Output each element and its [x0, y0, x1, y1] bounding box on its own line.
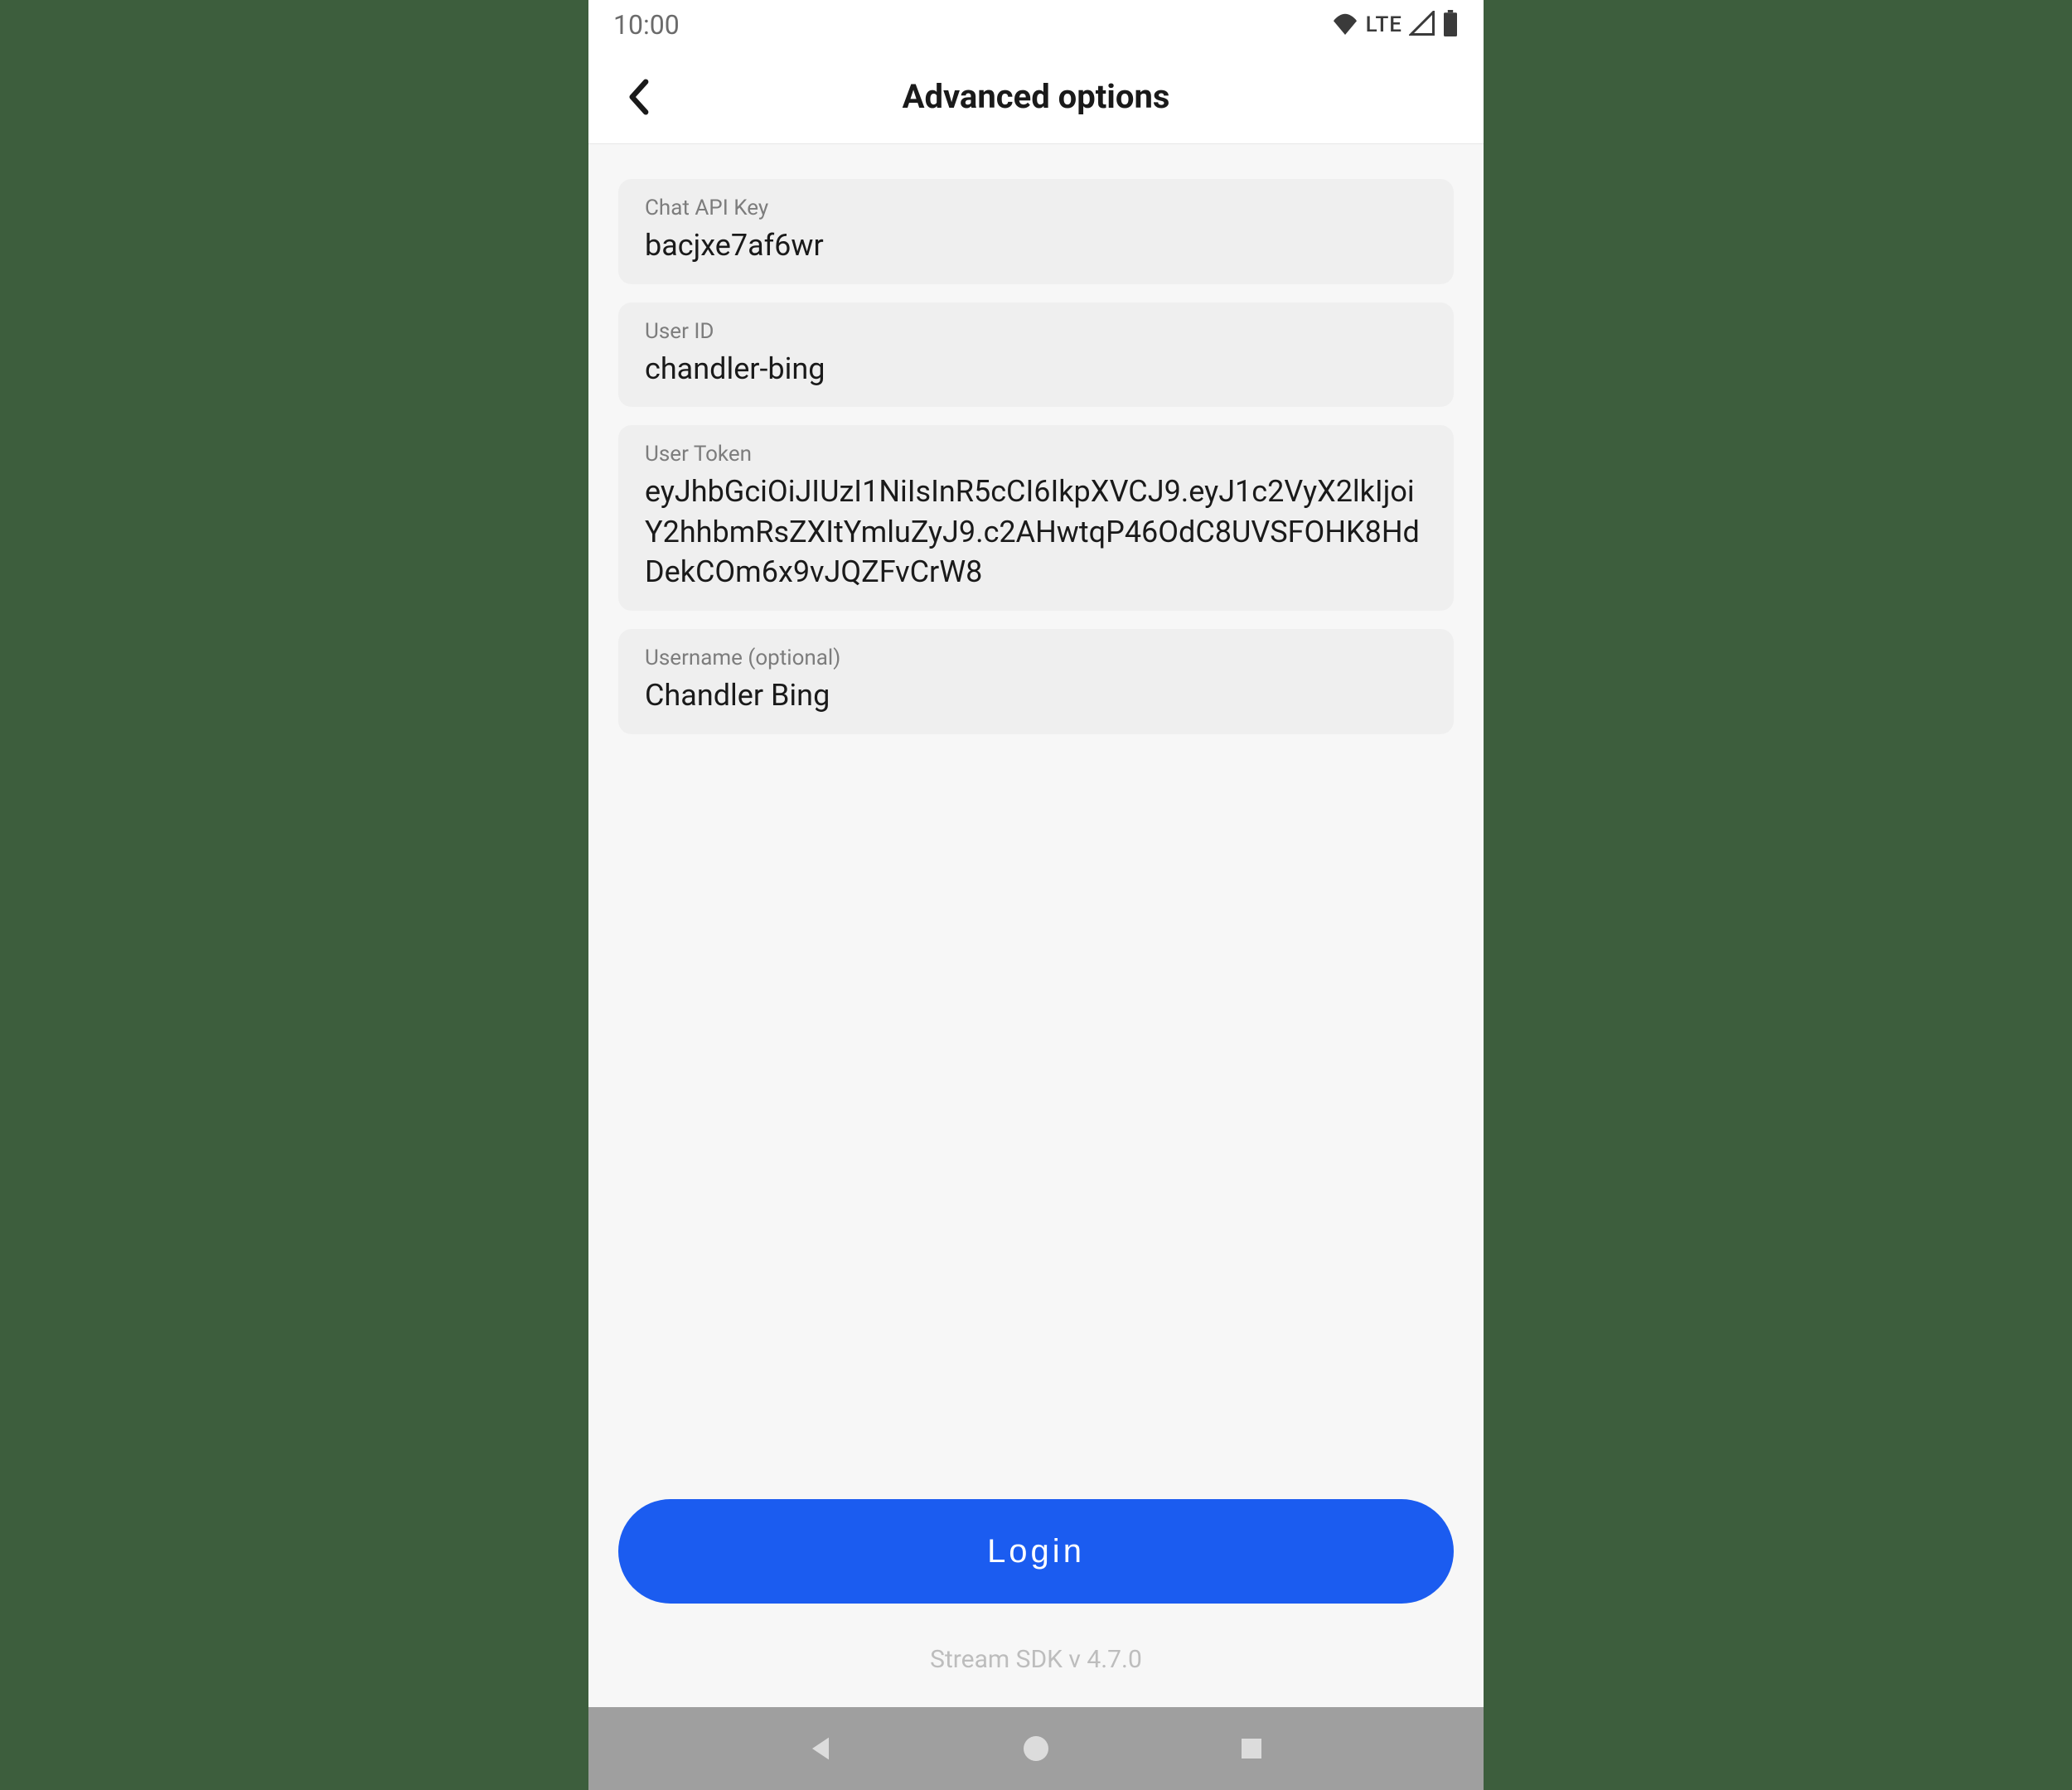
page-title: Advanced options	[903, 77, 1170, 116]
content-area: Chat API Key bacjxe7af6wr User ID chandl…	[588, 144, 1484, 1707]
login-button[interactable]: Login	[618, 1499, 1454, 1604]
user-token-label: User Token	[645, 442, 1427, 467]
back-button[interactable]	[618, 77, 658, 117]
user-id-label: User ID	[645, 319, 1427, 344]
nav-back-button[interactable]	[800, 1728, 841, 1769]
signal-icon	[1409, 11, 1435, 39]
wifi-icon	[1331, 12, 1359, 38]
lte-label: LTE	[1366, 12, 1402, 37]
username-field[interactable]: Username (optional) Chandler Bing	[618, 629, 1454, 734]
triangle-back-icon	[804, 1732, 837, 1765]
nav-recent-button[interactable]	[1231, 1728, 1272, 1769]
navigation-bar	[588, 1707, 1484, 1790]
api-key-field[interactable]: Chat API Key bacjxe7af6wr	[618, 179, 1454, 284]
user-token-value: eyJhbGciOiJIUzI1NiIsInR5cCI6IkpXVCJ9.eyJ…	[645, 472, 1427, 593]
user-token-field[interactable]: User Token eyJhbGciOiJIUzI1NiIsInR5cCI6I…	[618, 425, 1454, 611]
sdk-version-label: Stream SDK v 4.7.0	[618, 1645, 1454, 1674]
phone-frame: 10:00 LTE	[588, 0, 1484, 1790]
status-icons: LTE	[1331, 10, 1459, 40]
circle-home-icon	[1019, 1732, 1053, 1765]
square-recent-icon	[1237, 1734, 1266, 1763]
username-value: Chandler Bing	[645, 675, 1427, 716]
app-bar: Advanced options	[588, 50, 1484, 144]
chevron-left-icon	[627, 79, 650, 115]
api-key-value: bacjxe7af6wr	[645, 225, 1427, 266]
api-key-label: Chat API Key	[645, 196, 1427, 220]
username-label: Username (optional)	[645, 646, 1427, 670]
nav-home-button[interactable]	[1015, 1728, 1057, 1769]
user-id-value: chandler-bing	[645, 349, 1427, 389]
status-bar: 10:00 LTE	[588, 0, 1484, 50]
status-time: 10:00	[613, 9, 680, 41]
battery-icon	[1442, 10, 1459, 40]
bottom-section: Login Stream SDK v 4.7.0	[618, 1499, 1454, 1707]
user-id-field[interactable]: User ID chandler-bing	[618, 302, 1454, 408]
